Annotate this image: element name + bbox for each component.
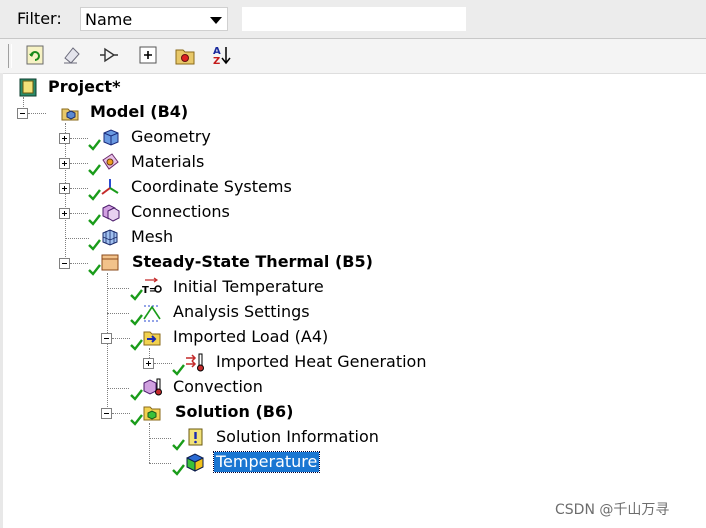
chevron-down-icon[interactable] — [210, 17, 222, 24]
initial-temperature-icon: T= — [142, 277, 162, 296]
expand-connections-toggle[interactable] — [59, 208, 70, 219]
connections-label: Connections — [131, 202, 230, 221]
temperature-label: Temperature — [212, 451, 321, 473]
check-icon — [172, 364, 185, 376]
solution-information-label: Solution Information — [216, 427, 379, 446]
initial-temperature-label: Initial Temperature — [173, 277, 324, 296]
imported-heat-generation-label: Imported Heat Generation — [216, 352, 427, 371]
check-icon — [88, 189, 101, 201]
model-icon — [61, 108, 79, 121]
mesh-icon — [102, 229, 118, 246]
imported-load-icon — [143, 331, 161, 346]
refresh-icon[interactable] — [24, 44, 46, 66]
tree-toolbar: A Z — [0, 39, 706, 74]
expand-geometry-toggle[interactable] — [59, 133, 70, 144]
collapse-imported-load-toggle[interactable] — [101, 333, 112, 344]
sort-az-icon[interactable]: A Z — [210, 44, 232, 66]
expand-coordinate-systems-toggle[interactable] — [59, 183, 70, 194]
filter-type-select[interactable]: Name — [80, 7, 228, 31]
temperature-result-icon — [186, 453, 204, 472]
filter-label: Filter: — [17, 9, 62, 28]
materials-icon — [102, 153, 119, 170]
convection-icon — [143, 378, 162, 396]
panel-edge — [0, 73, 3, 528]
model-label: Model (B4) — [90, 102, 189, 121]
project-icon — [19, 78, 37, 97]
check-icon — [172, 464, 185, 476]
watermark: CSDN @千山万寻 — [555, 502, 670, 518]
check-icon — [88, 139, 101, 151]
mesh-label: Mesh — [131, 227, 174, 246]
folder-icon[interactable] — [174, 44, 196, 66]
suppress-icon[interactable] — [61, 44, 83, 66]
materials-label: Materials — [131, 152, 205, 171]
check-icon — [130, 314, 143, 326]
expand-imported-heat-generation-toggle[interactable] — [143, 358, 154, 369]
check-icon — [130, 339, 143, 351]
solution-information-icon — [188, 428, 203, 446]
thermal-analysis-icon — [101, 254, 119, 271]
project-label: Project* — [48, 77, 121, 96]
filter-bar: Filter: Name — [0, 0, 706, 39]
expand-all-icon[interactable] — [137, 44, 159, 66]
check-icon — [130, 289, 143, 301]
check-icon — [130, 389, 143, 401]
toolbar-grip[interactable] — [8, 44, 12, 68]
convection-label: Convection — [173, 377, 263, 396]
imported-load-label: Imported Load (A4) — [173, 327, 329, 346]
steady-state-thermal-label: Steady-State Thermal (B5) — [132, 252, 373, 271]
collapse-model-toggle[interactable] — [17, 108, 28, 119]
coordinate-systems-label: Coordinate Systems — [131, 177, 292, 196]
solution-icon — [143, 406, 161, 421]
check-icon — [130, 414, 143, 426]
check-icon — [172, 439, 185, 451]
collapse-analysis-toggle[interactable] — [59, 258, 70, 269]
check-icon — [88, 239, 101, 251]
solution-label: Solution (B6) — [175, 402, 294, 421]
geometry-label: Geometry — [131, 127, 211, 146]
filter-search-input[interactable] — [242, 7, 466, 31]
svg-text:Z: Z — [213, 56, 220, 66]
analysis-settings-icon — [143, 305, 161, 322]
geometry-icon — [103, 129, 119, 146]
imported-heat-generation-icon — [186, 353, 204, 372]
expand-materials-toggle[interactable] — [59, 158, 70, 169]
check-icon — [88, 214, 101, 226]
coordinate-systems-icon — [101, 179, 119, 195]
collapse-solution-toggle[interactable] — [101, 408, 112, 419]
check-icon — [88, 264, 101, 276]
analysis-settings-label: Analysis Settings — [173, 302, 310, 321]
check-icon — [88, 164, 101, 176]
filter-type-value: Name — [85, 10, 133, 29]
connections-icon — [102, 204, 120, 222]
connection-icon[interactable] — [98, 44, 120, 66]
